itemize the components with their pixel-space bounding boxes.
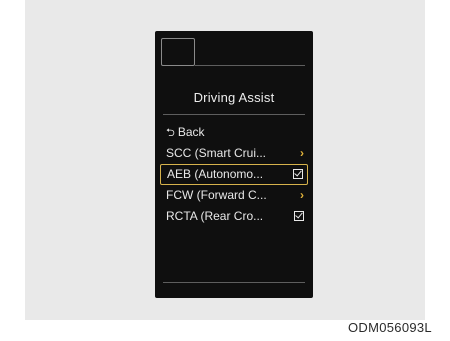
top-divider xyxy=(195,65,305,66)
menu-list: ⮌ Back SCC (Smart Crui... › AEB (Autonomo… xyxy=(160,122,308,227)
menu-item-fcw[interactable]: FCW (Forward C... › xyxy=(160,185,308,206)
menu-item-label: FCW (Forward C... xyxy=(166,188,267,202)
checkbox-checked-icon[interactable] xyxy=(294,206,304,227)
menu-item-label: AEB (Autonomo... xyxy=(167,167,264,181)
back-arrow-icon: ⮌ xyxy=(166,127,175,139)
chevron-right-icon: › xyxy=(300,188,304,202)
menu-item-label: SCC (Smart Crui... xyxy=(166,146,267,160)
menu-item-aeb[interactable]: AEB (Autonomo... xyxy=(160,164,308,185)
checkbox-checked-icon[interactable] xyxy=(293,165,303,183)
menu-item-back[interactable]: ⮌ Back xyxy=(160,122,308,143)
cluster-screen: Driving Assist ⮌ Back SCC (Smart Crui... … xyxy=(155,31,313,298)
menu-item-label: Back xyxy=(177,125,205,139)
menu-item-label: RCTA (Rear Cro... xyxy=(166,209,264,223)
chevron-right-icon: › xyxy=(300,146,304,160)
figure-code: ODM056093L xyxy=(348,320,432,335)
menu-item-rcta[interactable]: RCTA (Rear Cro... xyxy=(160,206,308,227)
bottom-divider xyxy=(163,282,305,283)
screen-top-icon-box xyxy=(161,38,195,66)
title-divider xyxy=(163,114,305,115)
menu-item-scc[interactable]: SCC (Smart Crui... › xyxy=(160,143,308,164)
menu-title: Driving Assist xyxy=(193,90,275,105)
